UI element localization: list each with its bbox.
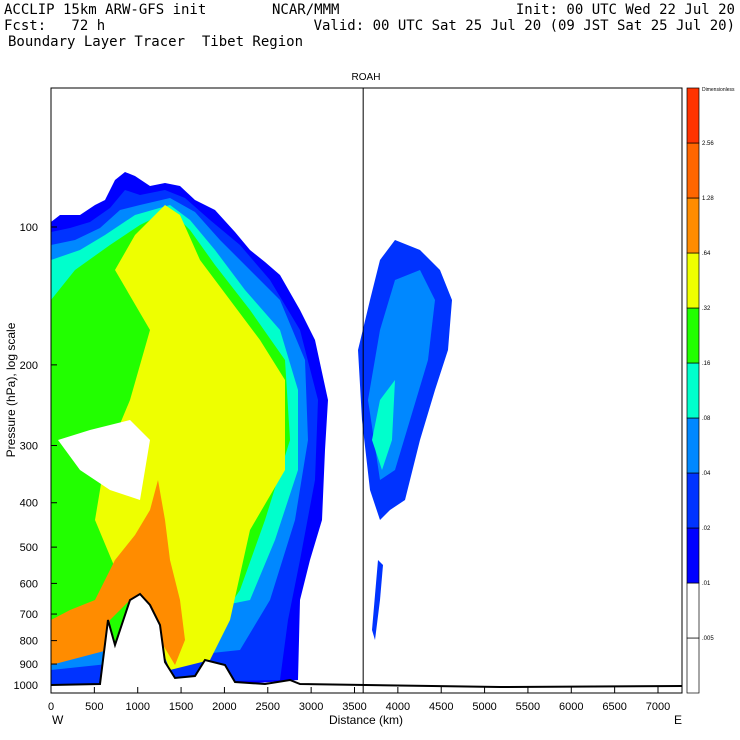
colorbar-label: .16 xyxy=(702,361,711,367)
x-tick-label: 5500 xyxy=(516,701,540,713)
y-tick-label: 200 xyxy=(20,360,38,372)
x-tick-label: 4000 xyxy=(386,701,410,713)
colorbar-label: .01 xyxy=(702,581,711,587)
colorbar-label: .32 xyxy=(702,306,711,312)
colorbar-bin xyxy=(686,637,700,694)
colorbar-bin xyxy=(686,197,700,254)
chart-title: ROAH xyxy=(352,72,381,83)
x-right-label: E xyxy=(674,713,682,727)
colorbar-bin xyxy=(686,87,700,144)
x-tick-label: 0 xyxy=(48,701,54,713)
colorbar-bin xyxy=(686,582,700,639)
y-tick-label: 600 xyxy=(20,578,38,590)
colorbar-bin xyxy=(686,362,700,419)
y-tick-label: 900 xyxy=(20,659,38,671)
x-tick-label: 6000 xyxy=(559,701,583,713)
y-tick-label: 800 xyxy=(20,636,38,648)
plot-page: ACCLIP 15km ARW-GFS init NCAR/MMM Init: … xyxy=(0,0,740,740)
colorbar-label: 2.56 xyxy=(702,141,714,147)
x-tick-label: 4500 xyxy=(429,701,453,713)
y-tick-label: 300 xyxy=(20,441,38,453)
y-axis-label: Pressure (hPa), log scale xyxy=(4,322,18,457)
colorbar-bin xyxy=(686,307,700,364)
y-tick-label: 700 xyxy=(20,609,38,621)
x-tick-label: 2000 xyxy=(212,701,236,713)
colorbar-units: Dimensionless xyxy=(702,87,735,93)
x-tick-label: 2500 xyxy=(256,701,280,713)
colorbar-label: .005 xyxy=(702,636,714,642)
colorbar-bin xyxy=(686,527,700,584)
colorbar-bin xyxy=(686,417,700,474)
x-axis-label: Distance (km) xyxy=(329,713,403,727)
colorbar: .005 .01 .02 .04 .08 .16 .32 .64 1.28 2.56 Dimensi… xyxy=(686,87,735,694)
y-tick-label: 500 xyxy=(20,542,38,554)
colorbar-bin xyxy=(686,472,700,529)
tracer-contours xyxy=(50,172,683,693)
x-tick-label: 1000 xyxy=(125,701,149,713)
below-ground xyxy=(51,594,682,693)
x-left-label: W xyxy=(52,713,64,727)
x-tick-label: 500 xyxy=(85,701,103,713)
colorbar-label: 1.28 xyxy=(702,196,714,202)
colorbar-label: .64 xyxy=(702,251,711,257)
colorbar-label: .04 xyxy=(702,471,711,477)
colorbar-label: .08 xyxy=(702,416,711,422)
x-tick-label: 3000 xyxy=(299,701,323,713)
y-tick-label: 400 xyxy=(20,498,38,510)
plume-filament xyxy=(372,560,383,640)
colorbar-bin xyxy=(686,142,700,199)
x-tick-label: 6500 xyxy=(602,701,626,713)
x-tick-label: 5000 xyxy=(472,701,496,713)
y-tick-label: 100 xyxy=(20,222,38,234)
x-tick-label: 7000 xyxy=(646,701,670,713)
cross-section-chart: ROAH 0 500 1000 1500 2000 2500 3000 3500 4000 450… xyxy=(4,72,735,727)
colorbar-label: .02 xyxy=(702,526,711,532)
x-tick-label: 3500 xyxy=(342,701,366,713)
colorbar-bin xyxy=(686,252,700,309)
x-tick-label: 1500 xyxy=(169,701,193,713)
y-tick-label: 1000 xyxy=(14,680,38,692)
